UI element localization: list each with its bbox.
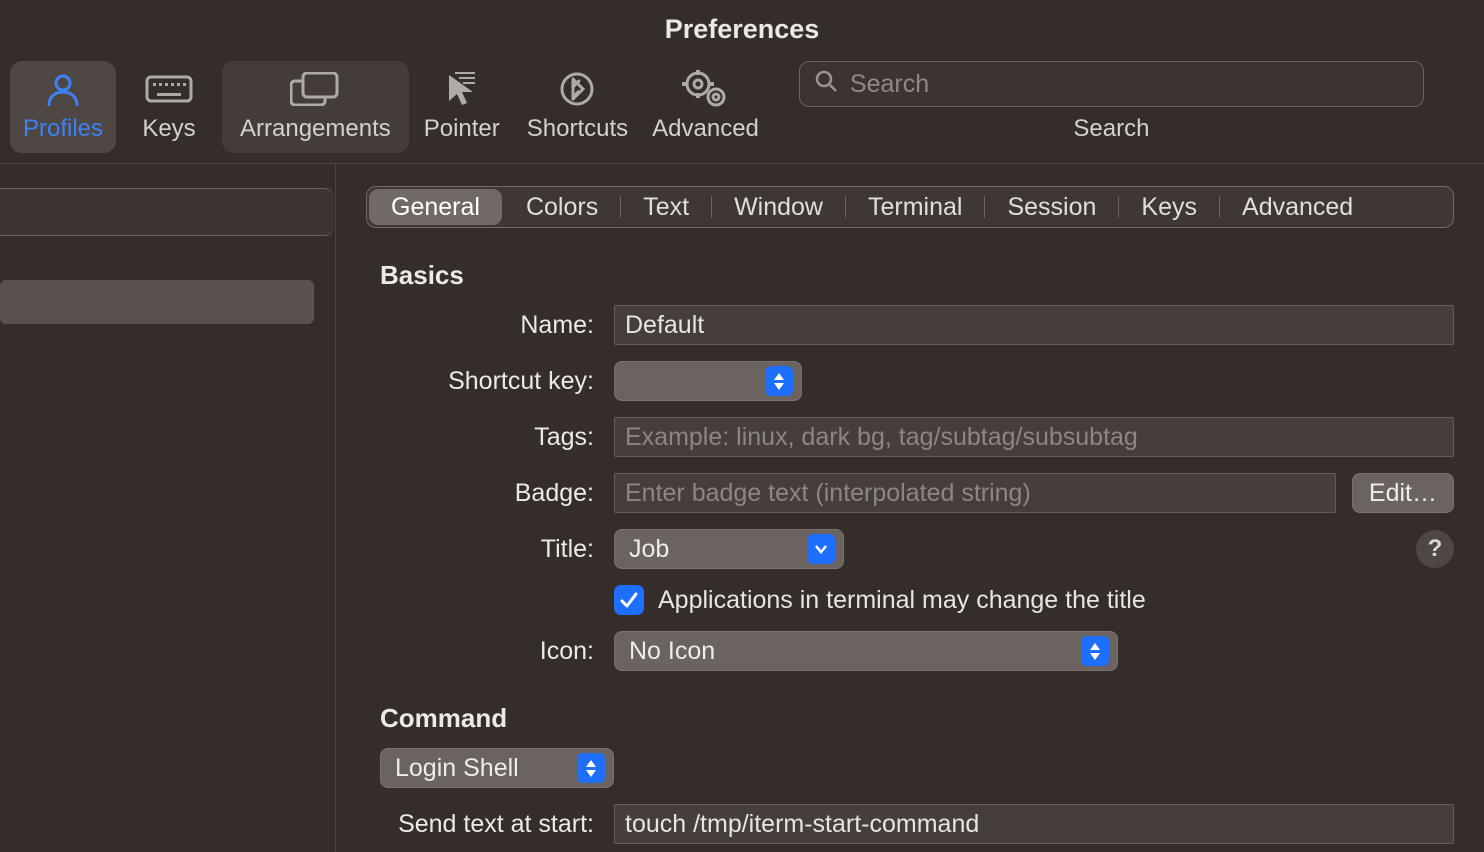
tab-keys[interactable]: Keys [1119, 187, 1219, 227]
profile-tabs: General Colors Text Window Terminal Sess… [366, 186, 1454, 228]
updown-icon [765, 366, 793, 396]
toolbar-label: Arrangements [240, 115, 391, 143]
toolbar-label: Keys [142, 115, 195, 143]
tab-general[interactable]: General [369, 189, 502, 225]
chevron-down-icon [807, 534, 835, 564]
toolbar-search-caption: Search [1073, 115, 1149, 143]
title-change-checkbox[interactable] [614, 585, 644, 615]
basics-heading: Basics [380, 260, 1454, 291]
title-value: Job [629, 535, 807, 564]
icon-select[interactable]: No Icon [614, 631, 1118, 671]
toolbar-label: Advanced [652, 115, 759, 143]
toolbar-profiles[interactable]: Profiles [10, 61, 116, 153]
toolbar-keys[interactable]: Keys [116, 61, 222, 153]
badge-input[interactable] [614, 473, 1336, 513]
profiles-icon [45, 71, 81, 107]
sidebar-search[interactable] [0, 188, 334, 236]
updown-icon [1081, 636, 1109, 666]
tab-text[interactable]: Text [621, 187, 711, 227]
name-input[interactable] [614, 305, 1454, 345]
title-change-label: Applications in terminal may change the … [658, 586, 1146, 615]
tab-advanced[interactable]: Advanced [1220, 187, 1375, 227]
toolbar-label: Profiles [23, 115, 103, 143]
toolbar-advanced[interactable]: Advanced [640, 61, 771, 153]
sidebar [0, 164, 336, 852]
toolbar-search-field[interactable] [799, 61, 1424, 107]
toolbar-arrangements[interactable]: Arrangements [222, 61, 409, 153]
badge-edit-button[interactable]: Edit… [1352, 473, 1454, 513]
pointer-icon [445, 71, 479, 107]
help-button[interactable]: ? [1416, 530, 1454, 568]
profile-list-row[interactable] [0, 280, 314, 324]
toolbar-label: Shortcuts [527, 115, 628, 143]
updown-icon [577, 753, 605, 783]
toolbar: Profiles Keys Arrangements Pointer Short… [0, 55, 1484, 164]
icon-label: Icon: [366, 637, 614, 666]
name-label: Name: [366, 311, 614, 340]
window-title: Preferences [0, 0, 1484, 55]
shortcut-select[interactable] [614, 361, 802, 401]
tab-session[interactable]: Session [985, 187, 1118, 227]
toolbar-shortcuts[interactable]: Shortcuts [515, 61, 640, 153]
badge-label: Badge: [366, 479, 614, 508]
keyboard-icon [145, 71, 193, 107]
main-panel: General Colors Text Window Terminal Sess… [336, 164, 1484, 852]
shortcuts-icon [559, 71, 595, 107]
command-shell-value: Login Shell [395, 754, 577, 783]
tab-window[interactable]: Window [712, 187, 845, 227]
send-text-input[interactable] [614, 804, 1454, 844]
search-icon [814, 69, 838, 100]
tab-terminal[interactable]: Terminal [846, 187, 984, 227]
tags-input[interactable] [614, 417, 1454, 457]
icon-value: No Icon [629, 637, 1081, 666]
title-select[interactable]: Job [614, 529, 844, 569]
advanced-icon [682, 71, 730, 107]
toolbar-search-wrap: Search [799, 61, 1474, 143]
toolbar-pointer[interactable]: Pointer [409, 61, 515, 153]
send-text-label: Send text at start: [366, 810, 614, 839]
toolbar-label: Pointer [424, 115, 500, 143]
command-heading: Command [380, 703, 1454, 734]
title-label: Title: [366, 535, 614, 564]
tab-colors[interactable]: Colors [504, 187, 620, 227]
toolbar-search-input[interactable] [850, 70, 1409, 99]
shortcut-label: Shortcut key: [366, 367, 614, 396]
command-shell-select[interactable]: Login Shell [380, 748, 614, 788]
tags-label: Tags: [366, 423, 614, 452]
arrangements-icon [290, 71, 340, 107]
